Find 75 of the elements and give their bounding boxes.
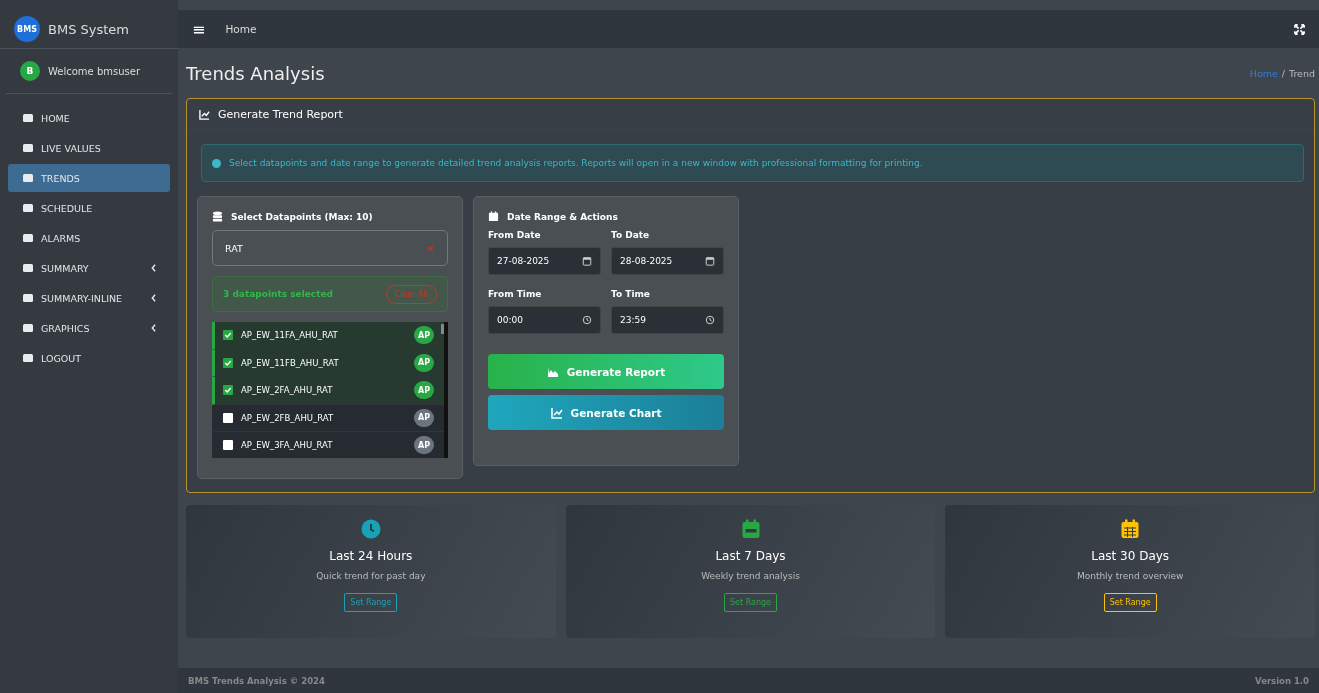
range-title: Last 30 Days: [1091, 549, 1170, 563]
type-badge: AP: [414, 381, 434, 400]
search-value: RAT: [225, 242, 243, 254]
info-icon: [212, 158, 221, 168]
nav-item[interactable]: TRENDS: [8, 164, 170, 192]
chart-line-icon: [199, 108, 210, 120]
generate-chart-button[interactable]: Generate Chart: [488, 395, 724, 430]
top-nav-link[interactable]: Home: [225, 23, 257, 35]
clock-icon: [705, 315, 715, 325]
date-field[interactable]: 28-08-2025: [611, 247, 724, 275]
datapoint-item[interactable]: AP_EW_11FB_AHU_RAT AP: [212, 349, 444, 377]
info-text: Select datapoints and date range to generate detailed trend analysis reports. Reports will open in a new window with professional formatting for printing.: [229, 158, 923, 168]
card-title: Generate Trend Report: [218, 107, 343, 121]
time-field[interactable]: 00:00: [488, 306, 601, 334]
checkbox[interactable]: [223, 357, 233, 368]
checkbox[interactable]: [223, 440, 233, 451]
nav-item[interactable]: GRAPHICS: [8, 314, 170, 342]
clock-icon: [582, 315, 592, 325]
menu-button[interactable]: ≡: [192, 19, 206, 39]
nav-item[interactable]: SCHEDULE: [8, 194, 170, 222]
field-label: To Date: [611, 230, 651, 240]
date-field[interactable]: 27-08-2025: [488, 247, 601, 275]
datapoint-name: AP_EW_2FB_AHU_RAT: [241, 412, 334, 423]
type-badge: AP: [414, 408, 434, 427]
footer-text: BMS Trends Analysis © 2024: [188, 675, 325, 686]
brand-logo: BMS: [14, 16, 40, 42]
brand-name[interactable]: BMS System: [48, 21, 129, 37]
user-avatar: B: [20, 61, 40, 81]
datapoint-item[interactable]: AP_EW_3FA_AHU_RAT AP: [212, 432, 444, 458]
selection-count: 3 datapoints selected: [223, 289, 334, 299]
type-badge: AP: [414, 326, 434, 345]
breadcrumb-text: Trend: [1289, 67, 1315, 79]
range-subtitle: Quick trend for past day: [316, 571, 426, 581]
set-range-button[interactable]: Set Range: [1103, 593, 1157, 612]
range-title: Last 24 Hours: [329, 549, 413, 563]
scrollbar-thumb[interactable]: [441, 324, 444, 334]
nav-item[interactable]: LOGOUT: [8, 344, 170, 372]
chart-line-icon: [550, 406, 563, 419]
field-label: To Time: [611, 289, 651, 299]
calendar-icon: [582, 256, 592, 266]
datapoint-item[interactable]: AP_EW_2FA_AHU_RAT AP: [212, 377, 444, 405]
nav-item[interactable]: ALARMS: [8, 224, 170, 252]
calendar-icon: [705, 256, 715, 266]
search-field[interactable]: RAT ×: [212, 230, 448, 266]
range-subtitle: Monthly trend overview: [1076, 571, 1184, 581]
type-badge: AP: [414, 436, 434, 455]
datapoint-name: AP_EW_3FA_AHU_RAT: [241, 440, 333, 451]
panel-title: Select Datapoints (Max: 10): [231, 211, 373, 222]
nav-item[interactable]: SUMMARY: [8, 254, 170, 282]
breadcrumb-text: /: [1281, 67, 1285, 79]
calendar-icon: [488, 211, 499, 222]
time-field[interactable]: 23:59: [611, 306, 724, 334]
datapoint-item[interactable]: AP_EW_2FB_AHU_RAT AP: [212, 404, 444, 432]
database-icon: [212, 211, 223, 222]
version-text: Version 1.0: [1255, 675, 1309, 686]
datapoint-name: AP_EW_2FA_AHU_RAT: [241, 385, 333, 396]
range-title: Last 7 Days: [715, 549, 786, 563]
nav-item[interactable]: SUMMARY-INLINE: [8, 284, 170, 312]
welcome-text: Welcome bmsuser: [48, 65, 141, 77]
range-subtitle: Weekly trend analysis: [701, 571, 800, 581]
datapoint-name: AP_EW_11FA_AHU_RAT: [241, 330, 338, 341]
datapoint-name: AP_EW_11FB_AHU_RAT: [241, 357, 339, 368]
field-label: From Time: [488, 289, 543, 299]
field-label: From Date: [488, 230, 542, 240]
fullscreen-icon[interactable]: [1294, 23, 1305, 35]
page-title: Trends Analysis: [186, 62, 325, 84]
type-badge: AP: [414, 353, 434, 372]
panel-title: Date Range & Actions: [507, 211, 618, 222]
checkbox[interactable]: [223, 385, 233, 396]
set-range-button[interactable]: Set Range: [344, 593, 398, 612]
checkbox[interactable]: [223, 330, 233, 341]
checkbox[interactable]: [223, 412, 233, 423]
datapoint-item[interactable]: AP_EW_11FA_AHU_RAT AP: [212, 322, 444, 350]
nav-item[interactable]: LIVE VALUES: [8, 134, 170, 162]
nav-item[interactable]: HOME: [8, 104, 170, 132]
